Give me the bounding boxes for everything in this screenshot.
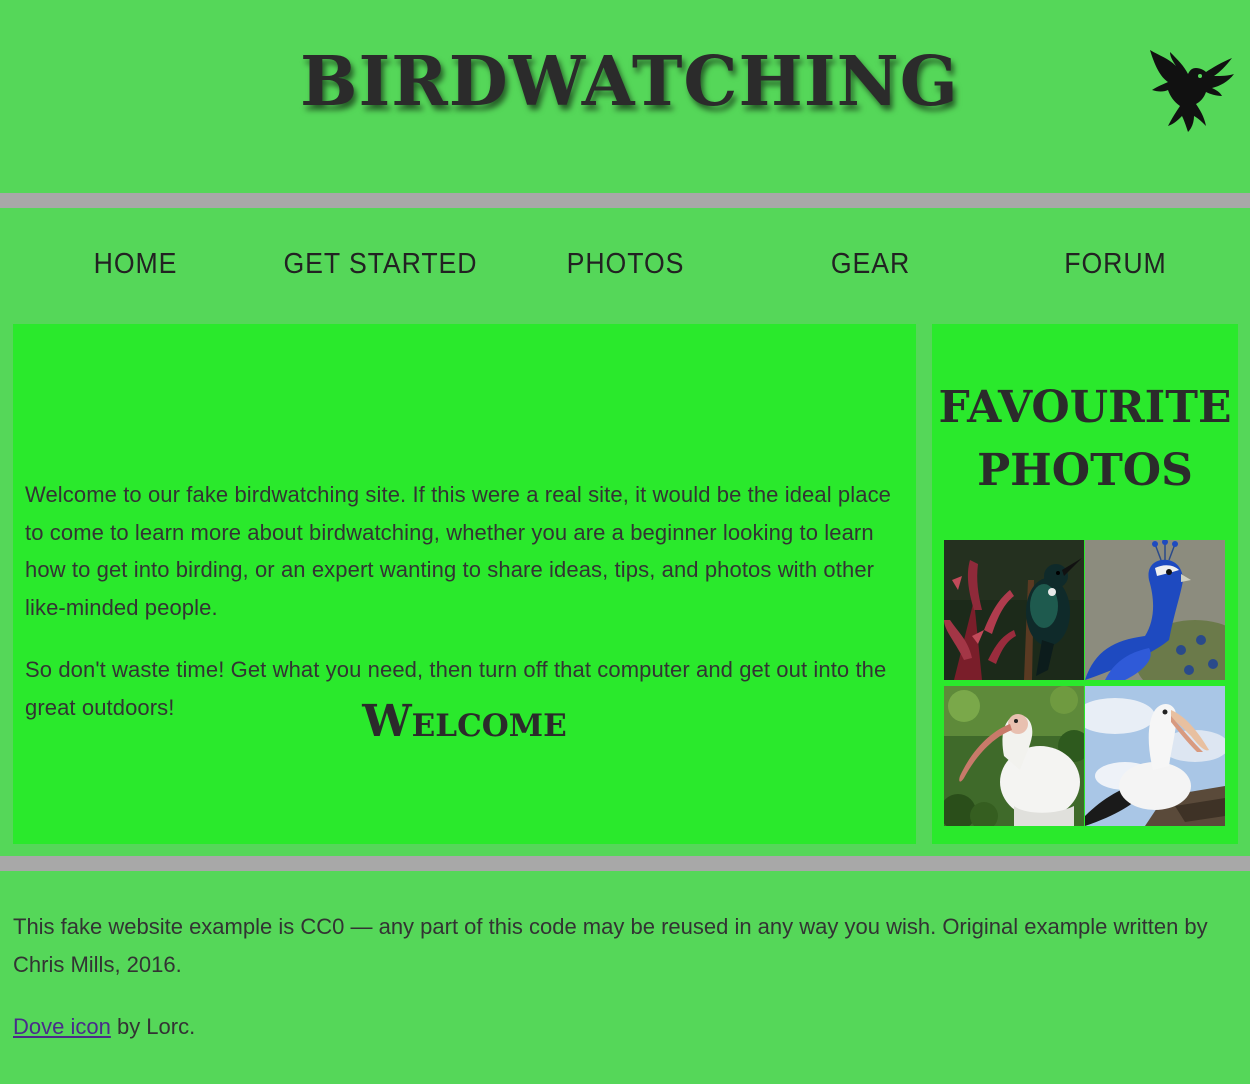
favourite-photos-heading: Favourite photos	[938, 382, 1232, 496]
dove-icon	[1150, 50, 1234, 132]
call-to-action-paragraph: So don't waste time! Get what you need, …	[25, 657, 887, 720]
nav-get-started[interactable]: Get started	[268, 222, 493, 306]
main-nav: Home Get started Photos Gear Forum	[13, 222, 1238, 306]
intro-paragraph: Welcome to our fake birdwatching site. I…	[25, 482, 892, 620]
dove-icon-credit-link[interactable]: Dove icon	[13, 1014, 111, 1039]
header-divider	[0, 193, 1250, 208]
main-content: Welcome Welcome to our fake birdwatching…	[13, 324, 916, 844]
site-title: Birdwatching	[300, 42, 959, 122]
pelican-photo[interactable]	[1085, 686, 1225, 826]
footer-divider	[0, 856, 1250, 871]
icon-credit-suffix: by Lorc.	[110, 1014, 196, 1039]
favourite-photos-panel: Favourite photos	[932, 324, 1238, 844]
nav-gear[interactable]: Gear	[758, 222, 983, 306]
license-text: This fake website example is CC0 — any p…	[13, 914, 1208, 977]
nav-forum[interactable]: Forum	[1003, 222, 1228, 306]
site-header: Birdwatching	[0, 0, 1250, 193]
peacock-photo[interactable]	[1085, 540, 1225, 680]
ibis-photo[interactable]	[944, 686, 1084, 826]
tui-bird-photo[interactable]	[944, 540, 1084, 680]
nav-photos[interactable]: Photos	[513, 222, 738, 306]
icon-credit: Dove icon by Lorc.	[13, 1008, 1223, 1046]
nav-home[interactable]: Home	[23, 222, 248, 306]
